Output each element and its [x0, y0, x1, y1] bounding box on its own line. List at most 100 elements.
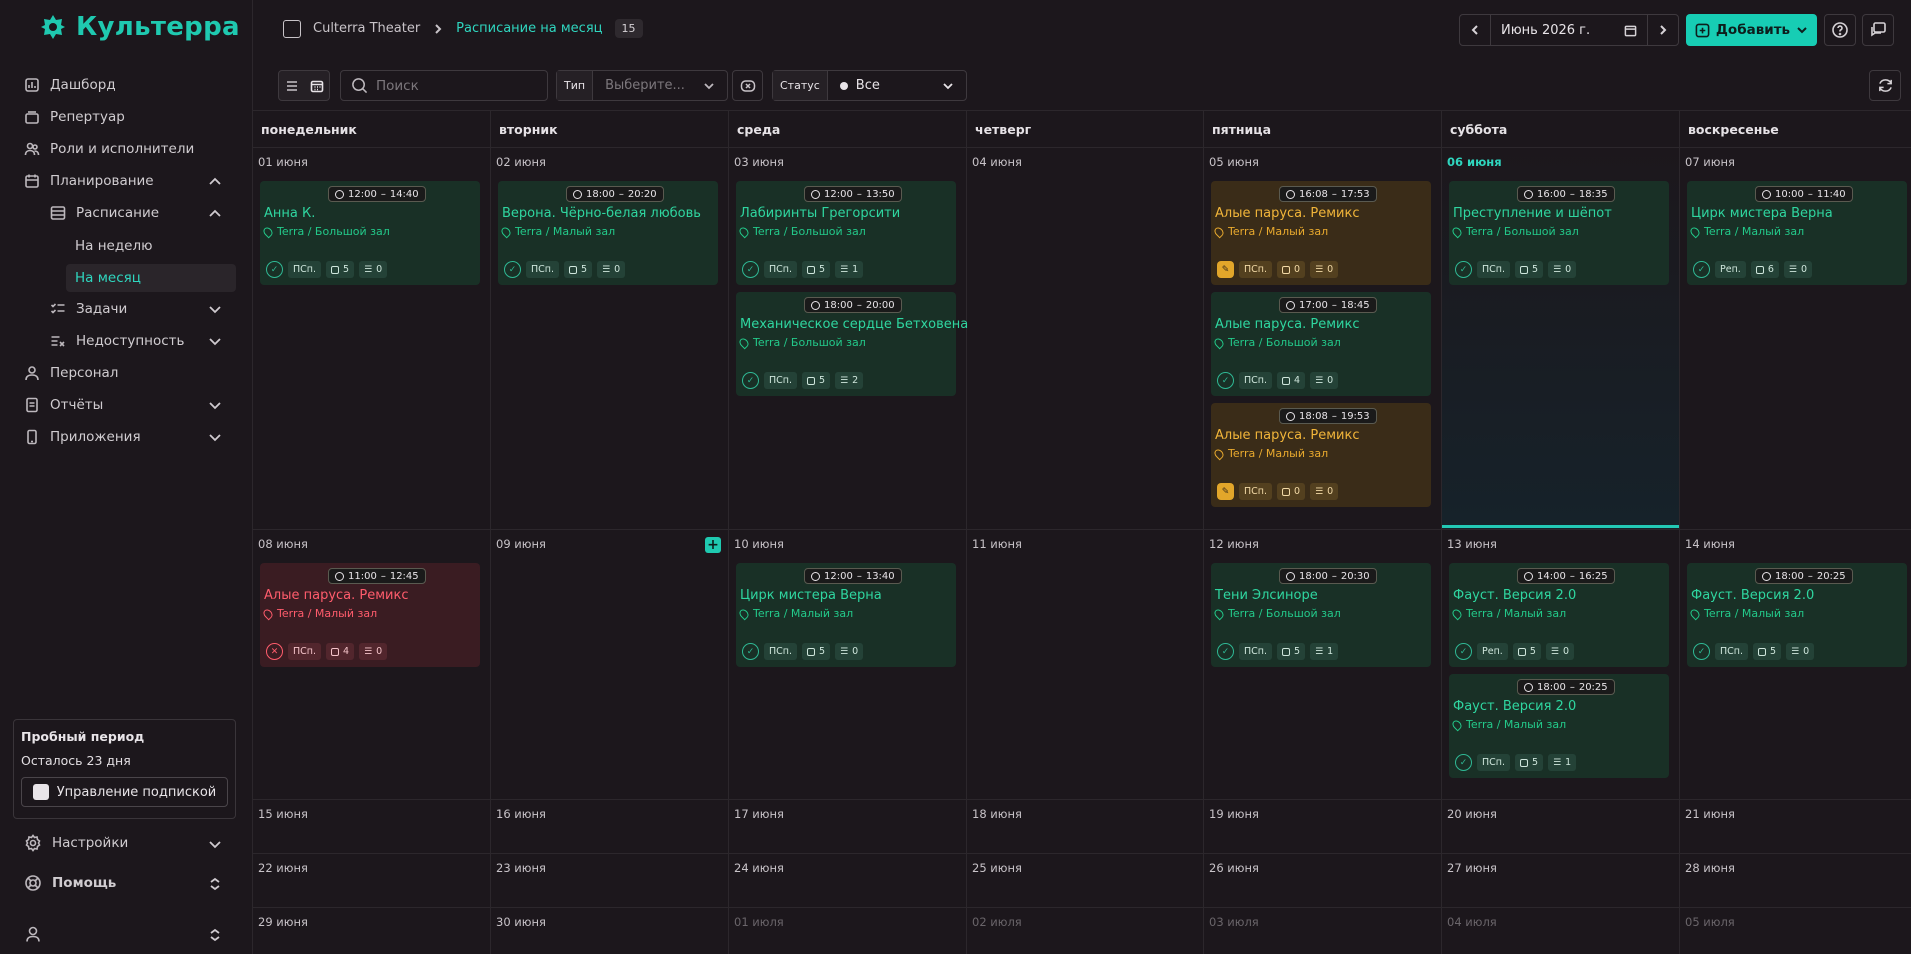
- sidebar-item-unavailability[interactable]: Недоступность: [50, 328, 184, 354]
- event-title[interactable]: Преступление и шёпот: [1453, 206, 1612, 221]
- event-card[interactable]: 17:00–18:45 Алые паруса. Ремикс Terra / Бо…: [1211, 292, 1431, 396]
- chevron-down-icon[interactable]: [208, 837, 222, 851]
- event-title[interactable]: Механическое сердце Бетховена: [740, 317, 968, 332]
- refresh-button[interactable]: [1869, 70, 1901, 101]
- day-number[interactable]: 08 июня: [258, 537, 308, 551]
- day-number[interactable]: 02 июня: [496, 155, 546, 169]
- chevron-up-icon[interactable]: [208, 206, 222, 220]
- event-card[interactable]: 18:00–20:00 Механическое сердце Бетховена…: [736, 292, 968, 396]
- sidebar-item-roles[interactable]: Роли и исполнители: [24, 136, 194, 162]
- day-number[interactable]: 21 июня: [1685, 807, 1735, 821]
- view-toggle[interactable]: [278, 70, 330, 101]
- chevron-updown-icon[interactable]: [208, 877, 222, 891]
- list-view-icon[interactable]: [285, 79, 299, 93]
- event-title[interactable]: Фауст. Версия 2.0: [1453, 588, 1576, 603]
- add-button[interactable]: Добавить: [1686, 14, 1817, 46]
- search-input[interactable]: Поиск: [340, 70, 548, 101]
- event-card[interactable]: 18:00–20:20 Верона. Чёрно-белая любовь Ter…: [498, 181, 718, 285]
- event-title[interactable]: Тени Элсиноре: [1215, 588, 1318, 603]
- day-number[interactable]: 17 июня: [734, 807, 784, 821]
- calendar-view-icon[interactable]: [310, 79, 324, 93]
- sidebar-item-apps[interactable]: Приложения: [24, 424, 141, 450]
- day-number[interactable]: 24 июня: [734, 861, 784, 875]
- day-number[interactable]: 28 июня: [1685, 861, 1735, 875]
- event-card[interactable]: 10:00–11:40 Цирк мистера Верна Terra / Мал…: [1687, 181, 1907, 285]
- chevron-up-icon[interactable]: [208, 174, 222, 188]
- chevron-down-icon[interactable]: [208, 430, 222, 444]
- status-filter[interactable]: Статус Все: [772, 70, 967, 101]
- event-title[interactable]: Фауст. Версия 2.0: [1453, 699, 1576, 714]
- event-title[interactable]: Фауст. Версия 2.0: [1691, 588, 1814, 603]
- day-number[interactable]: 03 июня: [734, 155, 784, 169]
- chevron-down-icon[interactable]: [208, 334, 222, 348]
- day-number[interactable]: 04 июня: [972, 155, 1022, 169]
- event-card[interactable]: 18:00–20:25 Фауст. Версия 2.0 Terra / Малы…: [1687, 563, 1907, 667]
- add-event-button[interactable]: +: [705, 537, 721, 553]
- sidebar-item-week[interactable]: На неделю: [66, 232, 236, 260]
- sidebar-item-planning[interactable]: Планирование: [24, 168, 154, 194]
- type-select[interactable]: Выберите...: [593, 78, 727, 93]
- month-picker[interactable]: Июнь 2026 г.: [1490, 15, 1648, 45]
- event-title[interactable]: Цирк мистера Верна: [1691, 206, 1833, 221]
- event-card[interactable]: 18:00–20:30 Тени Элсиноре Terra / Большой …: [1211, 563, 1431, 667]
- day-number[interactable]: 10 июня: [734, 537, 784, 551]
- day-number[interactable]: 27 июня: [1447, 861, 1497, 875]
- day-number[interactable]: 29 июня: [258, 915, 308, 929]
- sidebar-item-staff[interactable]: Персонал: [24, 360, 118, 386]
- day-number[interactable]: 12 июня: [1209, 537, 1259, 551]
- day-number[interactable]: 01 июля: [734, 915, 784, 929]
- day-number[interactable]: 02 июля: [972, 915, 1022, 929]
- type-filter[interactable]: Тип Выберите...: [556, 70, 728, 101]
- day-number[interactable]: 18 июня: [972, 807, 1022, 821]
- event-card[interactable]: 16:08–17:53 Алые паруса. Ремикс Terra / Ма…: [1211, 181, 1431, 285]
- day-number[interactable]: 03 июля: [1209, 915, 1259, 929]
- day-number[interactable]: 05 июля: [1685, 915, 1735, 929]
- event-title[interactable]: Алые паруса. Ремикс: [1215, 428, 1359, 443]
- sidebar-item-month[interactable]: На месяц: [66, 264, 236, 292]
- event-card[interactable]: 12:00–13:40 Цирк мистера Верна Terra / Мал…: [736, 563, 956, 667]
- day-number[interactable]: 07 июня: [1685, 155, 1735, 169]
- day-number[interactable]: 05 июня: [1209, 155, 1259, 169]
- help-button[interactable]: [1824, 14, 1856, 46]
- event-card[interactable]: 18:00–20:25 Фауст. Версия 2.0 Terra / Малы…: [1449, 674, 1669, 778]
- sidebar-item-reports[interactable]: Отчёты: [24, 392, 103, 418]
- day-number[interactable]: 13 июня: [1447, 537, 1497, 551]
- event-title[interactable]: Алые паруса. Ремикс: [264, 588, 408, 603]
- sidebar-item-settings[interactable]: Настройки: [24, 834, 128, 852]
- breadcrumb-item-theater[interactable]: Culterra Theater: [313, 21, 420, 36]
- day-number[interactable]: 04 июля: [1447, 915, 1497, 929]
- day-number[interactable]: 01 июня: [258, 155, 308, 169]
- chevron-down-icon[interactable]: [208, 398, 222, 412]
- event-title[interactable]: Лабиринты Грегорсити: [740, 206, 900, 221]
- event-card[interactable]: 18:08–19:53 Алые паруса. Ремикс Terra / Ма…: [1211, 403, 1431, 507]
- sidebar-item-tasks[interactable]: Задачи: [50, 296, 127, 322]
- sidebar-toggle-icon[interactable]: [283, 19, 301, 38]
- next-month-button[interactable]: [1648, 15, 1678, 45]
- clear-filter-button[interactable]: [732, 70, 763, 101]
- event-title[interactable]: Анна К.: [264, 206, 315, 221]
- day-number[interactable]: 26 июня: [1209, 861, 1259, 875]
- messages-button[interactable]: [1862, 14, 1894, 46]
- day-number[interactable]: 16 июня: [496, 807, 546, 821]
- day-number[interactable]: 19 июня: [1209, 807, 1259, 821]
- event-title[interactable]: Верона. Чёрно-белая любовь: [502, 206, 701, 221]
- logo[interactable]: Культерра: [40, 12, 240, 42]
- day-number[interactable]: 22 июня: [258, 861, 308, 875]
- status-select[interactable]: Все: [828, 78, 966, 93]
- day-number[interactable]: 09 июня: [496, 537, 546, 551]
- event-title[interactable]: Цирк мистера Верна: [740, 588, 882, 603]
- sidebar-item-help[interactable]: Помощь: [24, 874, 116, 892]
- day-number[interactable]: 23 июня: [496, 861, 546, 875]
- user-menu[interactable]: [24, 925, 42, 943]
- day-number[interactable]: 14 июня: [1685, 537, 1735, 551]
- prev-month-button[interactable]: [1460, 15, 1490, 45]
- event-card[interactable]: 12:00–14:40 Анна К. Terra / Большой зал ✓ ПС…: [260, 181, 480, 285]
- day-number[interactable]: 30 июня: [496, 915, 546, 929]
- day-number[interactable]: 20 июня: [1447, 807, 1497, 821]
- event-title[interactable]: Алые паруса. Ремикс: [1215, 206, 1359, 221]
- day-number[interactable]: 25 июня: [972, 861, 1022, 875]
- day-number[interactable]: 11 июня: [972, 537, 1022, 551]
- day-number[interactable]: 06 июня: [1447, 155, 1502, 169]
- sidebar-item-schedule[interactable]: Расписание: [50, 200, 159, 226]
- event-card[interactable]: 12:00–13:50 Лабиринты Грегорсити Terra / Б…: [736, 181, 956, 285]
